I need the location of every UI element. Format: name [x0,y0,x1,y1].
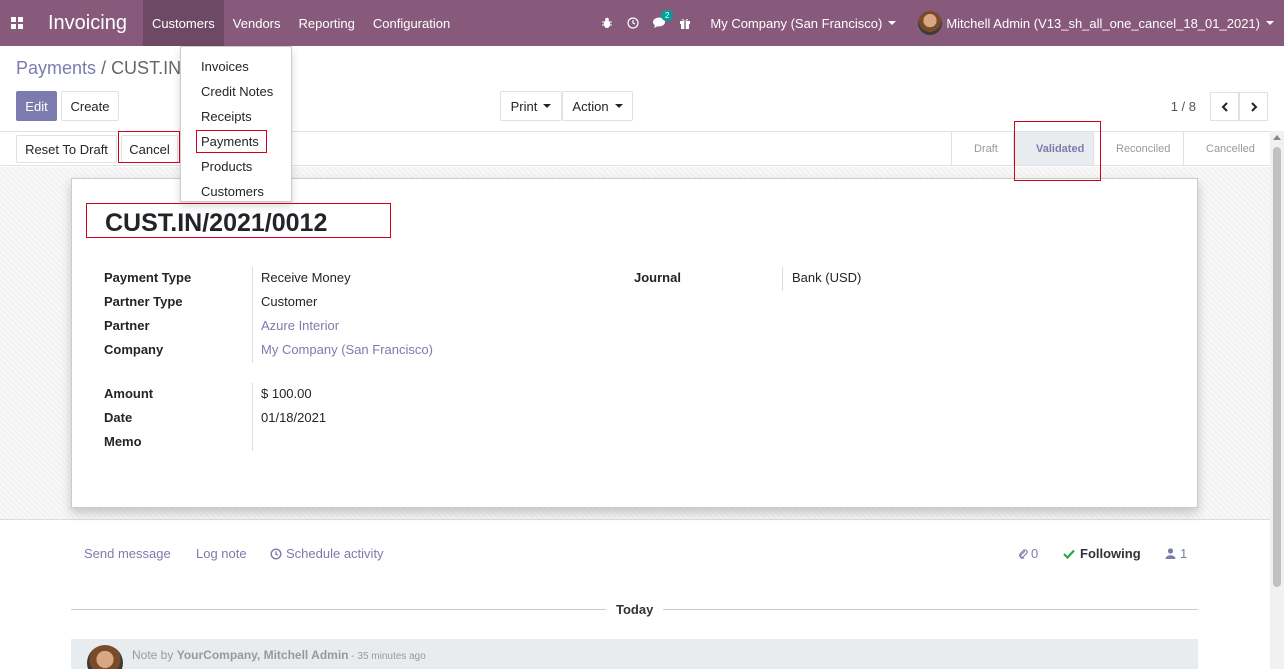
action-button[interactable]: Action [562,91,633,121]
journal-value: Bank (USD) [792,270,862,285]
messages-icon[interactable]: 2 [646,10,674,29]
pager-next-button[interactable] [1239,92,1268,121]
following-label: Following [1080,546,1141,561]
breadcrumb-parent[interactable]: Payments [16,58,96,78]
field-value: Customer [261,294,318,309]
field-label: Journal [634,270,681,285]
page-scrollbar[interactable] [1270,131,1284,669]
pager: 1 / 8 [1171,92,1268,121]
dropdown-item-customers[interactable]: Customers [201,184,264,199]
chevron-left-icon [1221,101,1228,112]
dropdown-item-credit-notes[interactable]: Credit Notes [201,84,273,99]
dropdown-item-products[interactable]: Products [201,159,252,174]
customers-dropdown-menu: Invoices Credit Notes Receipts Payments … [180,46,292,202]
paperclip-icon [1019,548,1028,559]
apps-menu-icon[interactable] [0,0,34,46]
clock-icon [270,547,282,560]
dropdown-item-receipts[interactable]: Receipts [201,109,252,124]
partner-link[interactable]: Azure Interior [261,318,339,333]
dropdown-item-invoices[interactable]: Invoices [201,59,249,74]
gift-icon[interactable] [672,17,698,29]
edit-button[interactable]: Edit [16,91,57,121]
field-value: 01/18/2021 [261,410,327,425]
attachments-button[interactable]: 0 [1017,546,1038,561]
field-label: Amount [104,386,154,401]
caret-down-icon [543,104,552,108]
caret-down-icon [1266,21,1274,25]
note-author[interactable]: YourCompany, Mitchell Admin [177,648,349,662]
check-icon [1063,549,1075,559]
pager-previous-button[interactable] [1210,92,1239,121]
menu-customers[interactable]: Customers [142,0,224,46]
field-label: Memo [104,434,142,449]
menu-reporting[interactable]: Reporting [290,0,364,46]
attachments-count: 0 [1031,546,1039,561]
followers-button[interactable]: 1 [1165,546,1187,561]
divider [663,609,1198,610]
note-time: - 35 minutes ago [348,651,426,662]
field-divider [252,383,253,451]
field-label: Partner [104,318,150,333]
main-menu: Customers Vendors Reporting Configuratio… [142,0,459,46]
send-message-button[interactable]: Send message [84,546,171,561]
user-menu[interactable]: Mitchell Admin (V13_sh_all_one_cancel_18… [918,11,1274,35]
create-button[interactable]: Create [61,91,119,121]
following-button[interactable]: Following [1063,546,1141,561]
breadcrumb-current: CUST.IN [111,58,182,78]
field-label: Partner Type [104,294,183,309]
caret-down-icon [888,21,897,25]
status-stages: Draft Validated Reconciled Cancelled [951,132,1270,165]
breadcrumb: Payments / CUST.IN [16,58,181,79]
schedule-activity-button[interactable]: Schedule activity [270,546,384,561]
menu-configuration[interactable]: Configuration [364,0,459,46]
top-navbar: Invoicing Customers Vendors Reporting Co… [0,0,1284,46]
bug-icon[interactable] [594,17,620,29]
message-item: Note by YourCompany, Mitchell Admin - 35… [71,639,1198,669]
scroll-up-icon[interactable] [1273,135,1281,140]
field-value: Receive Money [261,270,351,285]
print-label: Print [510,98,538,114]
breadcrumb-separator: / [96,58,112,78]
today-separator: Today [616,602,654,617]
stage-cancelled[interactable]: Cancelled [1183,132,1270,165]
clock-icon[interactable] [620,17,646,29]
user-avatar [918,11,943,35]
stage-validated[interactable]: Validated [1013,132,1093,165]
field-label: Company [104,342,164,357]
field-divider [252,267,253,363]
company-switcher[interactable]: My Company (San Francisco) [710,15,897,31]
form-sheet: CUST.IN/2021/0012 Payment Type Receive M… [71,178,1198,508]
action-label: Action [572,98,609,114]
followers-count: 1 [1180,546,1188,561]
print-button[interactable]: Print [500,91,562,121]
divider [71,609,606,610]
company-link[interactable]: My Company (San Francisco) [261,342,433,357]
menu-vendors[interactable]: Vendors [224,0,290,46]
schedule-activity-label: Schedule activity [286,546,384,561]
user-icon [1165,548,1176,559]
app-brand[interactable]: Invoicing [48,12,127,35]
navbar-systray: 2 My Company (San Francisco) Mitchell Ad… [594,0,1284,46]
stage-reconciled[interactable]: Reconciled [1093,132,1183,165]
company-name: My Company (San Francisco) [710,15,883,31]
stage-draft[interactable]: Draft [951,132,1013,165]
user-name: Mitchell Admin (V13_sh_all_one_cancel_18… [946,15,1260,31]
log-note-button[interactable]: Log note [196,546,247,561]
dropdown-item-payments[interactable]: Payments [201,134,259,149]
caret-down-icon [614,104,623,108]
scrollbar-thumb[interactable] [1273,147,1281,587]
field-label: Date [104,410,133,425]
record-title: CUST.IN/2021/0012 [105,209,328,237]
reset-to-draft-button[interactable]: Reset To Draft [16,135,117,163]
pager-value[interactable]: 1 / 8 [1171,99,1196,114]
chevron-right-icon [1250,101,1257,112]
field-value: $ 100.00 [261,386,312,401]
cancel-button[interactable]: Cancel [121,135,178,163]
note-prefix: Note by [132,648,174,662]
field-label: Payment Type [104,270,192,285]
author-avatar[interactable] [87,645,123,669]
field-divider [782,267,783,291]
message-header: Note by YourCompany, Mitchell Admin - 35… [132,648,426,662]
